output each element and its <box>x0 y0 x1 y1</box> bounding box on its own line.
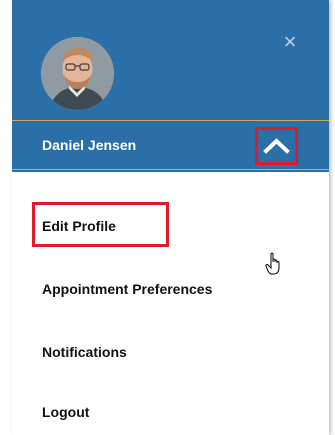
hand-pointer-icon <box>265 252 280 275</box>
user-name: Daniel Jensen <box>42 137 137 153</box>
avatar-photo <box>41 37 114 110</box>
user-row: Daniel Jensen <box>12 120 329 170</box>
menu-item-edit-profile[interactable]: Edit Profile <box>42 218 116 234</box>
close-icon[interactable]: × <box>280 31 300 53</box>
avatar[interactable] <box>41 37 114 110</box>
collapse-menu-button[interactable] <box>255 127 298 165</box>
menu-item-notifications[interactable]: Notifications <box>42 344 127 360</box>
chevron-up-icon <box>263 138 290 154</box>
menu-item-appointment-preferences[interactable]: Appointment Preferences <box>42 281 212 297</box>
page-background <box>0 0 12 435</box>
app-root: × Daniel Jensen Edit Profile Appointment… <box>0 0 335 435</box>
profile-header: × Daniel Jensen <box>12 0 329 172</box>
profile-side-panel: × Daniel Jensen Edit Profile Appointment… <box>12 0 329 435</box>
menu-item-logout[interactable]: Logout <box>42 404 89 420</box>
